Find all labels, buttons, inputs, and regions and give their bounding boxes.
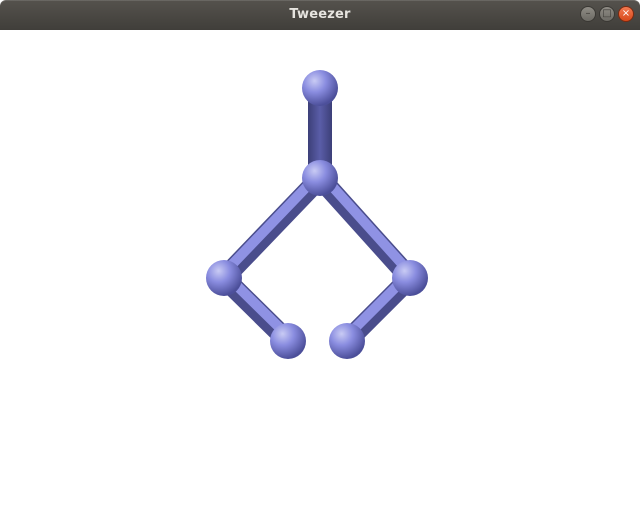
joint-left — [206, 260, 242, 296]
minimize-button[interactable]: – — [580, 6, 596, 22]
tweezer-arms — [214, 168, 420, 351]
joint-right — [392, 260, 428, 296]
joint-center — [302, 160, 338, 196]
3d-viewport[interactable] — [0, 30, 640, 510]
minimize-icon: – — [585, 8, 591, 19]
tip-right — [329, 323, 365, 359]
joint-top — [302, 70, 338, 106]
window-title: Tweezer — [289, 7, 351, 22]
maximize-icon: □ — [602, 8, 612, 19]
maximize-button[interactable]: □ — [599, 6, 615, 22]
app-window: Tweezer – □ × — [0, 0, 640, 510]
tweezer-render — [206, 70, 428, 359]
close-icon: × — [621, 8, 631, 19]
title-bar[interactable]: Tweezer – □ × — [0, 0, 640, 30]
tip-left — [270, 323, 306, 359]
close-button[interactable]: × — [618, 6, 634, 22]
window-controls: – □ × — [580, 6, 634, 22]
